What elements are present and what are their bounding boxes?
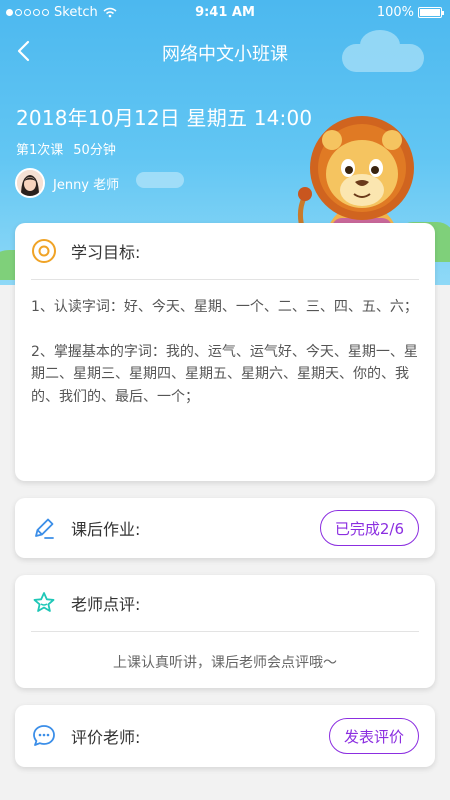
goals-card: 学习目标: 1、认读字词：好、今天、星期、一个、二、三、四、五、六； 2、掌握基… <box>15 223 435 481</box>
goal-item: 2、掌握基本的字词：我的、运气、运气好、今天、星期一、星期二、星期三、星期四、星… <box>31 343 418 405</box>
page-title: 网络中文小班课 <box>162 44 288 65</box>
nav-bar: 网络中文小班课 <box>0 26 450 76</box>
battery-label: 100% <box>376 5 414 20</box>
goal-item: 1、认读字词：好、今天、星期、一个、二、三、四、五、六； <box>31 299 418 315</box>
rate-card[interactable]: 评价老师: 发表评价 <box>15 705 435 767</box>
review-card: 老师点评: 上课认真听讲，课后老师会点评哦～ <box>15 575 435 688</box>
homework-status-button[interactable]: 已完成2/6 <box>319 510 419 546</box>
battery-icon <box>418 7 444 18</box>
target-icon <box>32 239 56 263</box>
review-text: 上课认真听讲，课后老师会点评哦～ <box>113 655 337 671</box>
teacher-name: Jenny 老师 <box>53 177 120 193</box>
lesson-duration: 50分钟 <box>73 143 116 158</box>
review-title: 老师点评: <box>71 595 141 614</box>
lesson-session: 第1次课 <box>16 143 64 158</box>
star-icon <box>33 592 55 612</box>
pencil-icon <box>35 518 54 539</box>
back-button[interactable] <box>8 34 42 68</box>
chevron-left-icon <box>17 40 30 62</box>
cloud-decoration <box>136 172 184 188</box>
chat-bubble-icon <box>33 725 55 746</box>
goals-header: 学习目标: <box>15 223 435 279</box>
goals-content: 1、认读字词：好、今天、星期、一个、二、三、四、五、六； 2、掌握基本的字词：我… <box>15 280 435 408</box>
lesson-datetime: 2018年10月12日 星期五 14:00 <box>16 106 313 130</box>
lesson-meta: 第1次课 50分钟 <box>16 139 116 158</box>
review-header: 老师点评: <box>15 575 435 631</box>
goals-title: 学习目标: <box>71 243 141 262</box>
screen: Sketch 9:41 AM 100% 网络中文小班课 2018年10月12日 … <box>0 0 450 800</box>
avatar <box>15 168 45 198</box>
teacher-info[interactable]: Jenny 老师 <box>15 168 119 198</box>
homework-card[interactable]: 课后作业: 已完成2/6 <box>15 498 435 558</box>
status-bar: Sketch 9:41 AM 100% <box>0 0 450 26</box>
homework-title: 课后作业: <box>71 520 141 539</box>
rate-title: 评价老师: <box>71 728 141 747</box>
post-review-button[interactable]: 发表评价 <box>328 718 419 754</box>
